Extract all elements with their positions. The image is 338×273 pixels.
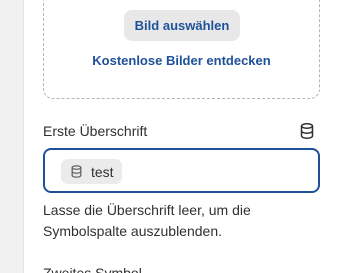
chip-value: test [91,163,114,180]
database-icon[interactable] [297,121,317,141]
dynamic-source-chip[interactable]: test [61,159,122,184]
image-dropzone[interactable]: Bild auswählen Kostenlose Bilder entdeck… [43,0,320,99]
heading-field-label: Erste Überschrift [43,123,148,139]
left-rail [0,0,24,273]
second-icon-label: Zweites Symbol [43,265,142,273]
database-icon [71,165,83,179]
help-text: Lasse die Überschrift leer, um die Symbo… [43,202,251,239]
select-image-button[interactable]: Bild auswählen [124,10,240,41]
settings-panel: Bild auswählen Kostenlose Bilder entdeck… [0,0,338,273]
explore-free-images-link[interactable]: Kostenlose Bilder entdecken [44,53,319,68]
heading-input[interactable]: test [43,148,320,193]
